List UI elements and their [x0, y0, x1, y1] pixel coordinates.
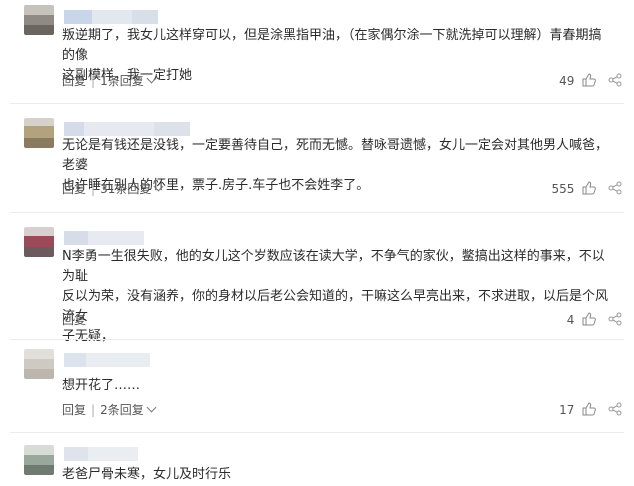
comment-text: N李勇一生很失败，他的女儿这个岁数应该在读大学，不争气的家伙，鳖搞出这样的事来，… — [62, 249, 609, 344]
share-icon[interactable] — [608, 402, 622, 416]
comment-item: 叛逆期了，我女儿这样穿可以，但是涂黑指甲油，（在家偶尔涂一下就洗掉可以理解）青春… — [0, 0, 634, 100]
username-blurred[interactable] — [64, 353, 150, 367]
thumb-up-icon[interactable] — [582, 181, 597, 195]
replies-label: 2条回复 — [100, 403, 144, 417]
share-icon[interactable] — [608, 312, 622, 326]
comment-item: 想开花了…… 回复 | 2条回复 17 — [0, 340, 634, 436]
username-blurred[interactable] — [64, 122, 190, 136]
view-replies-button[interactable]: 2条回复 — [100, 402, 157, 418]
thumb-up-icon[interactable] — [582, 402, 597, 416]
view-replies-button[interactable]: 1条回复 — [100, 73, 157, 89]
share-icon[interactable] — [608, 181, 622, 195]
separator: | — [91, 182, 96, 196]
view-replies-button[interactable]: 31条回复 — [100, 181, 164, 197]
chevron-down-icon — [153, 181, 164, 192]
reply-button[interactable]: 回复 — [62, 312, 86, 328]
replies-label: 1条回复 — [100, 74, 144, 88]
avatar[interactable] — [24, 445, 54, 475]
separator: | — [91, 403, 96, 417]
replies-label: 31条回复 — [100, 182, 152, 196]
separator: | — [91, 74, 96, 88]
username-blurred[interactable] — [64, 10, 158, 24]
reply-button[interactable]: 回复 — [62, 181, 86, 197]
like-count: 555 — [551, 182, 575, 196]
comment-item: 无论是有钱还是没钱，一定要善待自己，死而无憾。替咏哥遗憾，女儿一定会对其他男人喊… — [0, 104, 634, 212]
avatar[interactable] — [24, 227, 54, 257]
username-blurred[interactable] — [64, 447, 138, 461]
like-count: 4 — [566, 313, 575, 327]
username-blurred[interactable] — [64, 231, 144, 245]
comment-feed: 叛逆期了，我女儿这样穿可以，但是涂黑指甲油，（在家偶尔涂一下就洗掉可以理解）青春… — [0, 0, 634, 486]
comment-text: 老爸尸骨未寒，女儿及时行乐 — [62, 467, 232, 482]
avatar[interactable] — [24, 349, 54, 379]
reply-button[interactable]: 回复 — [62, 402, 86, 418]
reply-button[interactable]: 回复 — [62, 73, 86, 89]
chevron-down-icon — [146, 73, 157, 84]
comment-item: 老爸尸骨未寒，女儿及时行乐 — [0, 433, 634, 486]
like-count: 49 — [559, 74, 575, 88]
avatar[interactable] — [24, 5, 54, 35]
thumb-up-icon[interactable] — [582, 312, 597, 326]
comment-text: 想开花了…… — [62, 378, 141, 393]
like-count: 17 — [559, 403, 575, 417]
thumb-up-icon[interactable] — [582, 73, 597, 87]
comment-item: N李勇一生很失败，他的女儿这个岁数应该在读大学，不争气的家伙，鳖搞出这样的事来，… — [0, 213, 634, 344]
share-icon[interactable] — [608, 73, 622, 87]
avatar[interactable] — [24, 118, 54, 148]
chevron-down-icon — [146, 402, 157, 413]
